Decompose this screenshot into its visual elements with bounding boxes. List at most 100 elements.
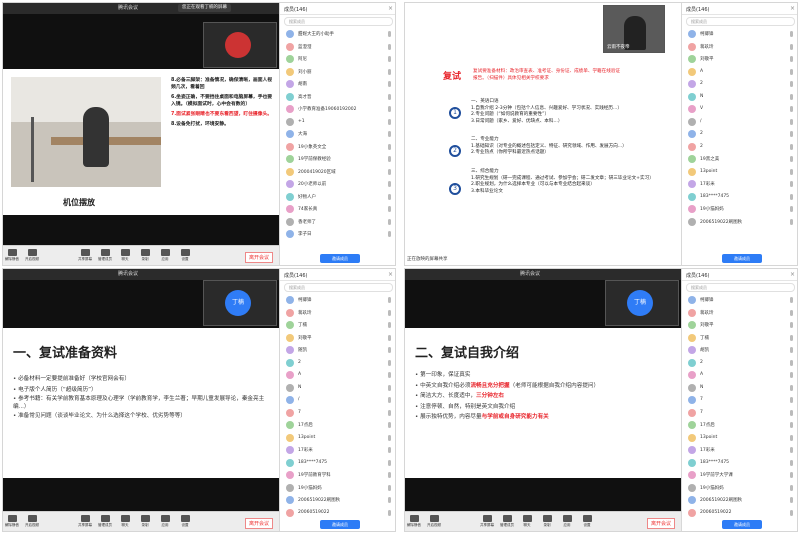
unmute-button[interactable]: 解除静音 (407, 515, 421, 528)
share-tip[interactable]: 您正在观看丁楠的屏幕 (178, 4, 231, 12)
invite-button[interactable]: 邀请成员 (320, 254, 360, 263)
members-button[interactable]: 管理成员 (98, 249, 112, 262)
participant-row[interactable]: 19小猫妈妈 (280, 482, 395, 495)
record-button[interactable]: 录制 (138, 249, 152, 262)
participant-row[interactable]: 好物人户 (280, 191, 395, 204)
participant-row[interactable]: 香老师了 (280, 216, 395, 229)
settings-button[interactable]: 设置 (580, 515, 594, 528)
invite-button[interactable]: 邀请成员 (320, 520, 360, 529)
participant-row[interactable]: 2000419020区域 (280, 166, 395, 179)
participant-row[interactable]: 柯卿锋 (682, 294, 797, 307)
participant-row[interactable]: 17彩米 (682, 444, 797, 457)
participant-row[interactable]: / (280, 394, 395, 407)
participant-row[interactable]: +1 (280, 116, 395, 129)
participant-row[interactable]: 2 (682, 357, 797, 370)
presenter-video[interactable]: 丁楠 (203, 280, 277, 326)
participant-row[interactable]: 19黑之美 (682, 153, 797, 166)
camera-video[interactable]: 云雨不夜帝 (603, 5, 665, 53)
video-button[interactable]: 开启视频 (25, 249, 39, 262)
participant-row[interactable]: 2006519022刷图秋 (682, 216, 797, 229)
participant-row[interactable]: 19学前学大学课 (682, 469, 797, 482)
search-input[interactable]: 搜索成员 (686, 17, 795, 26)
leave-meeting-button[interactable]: 离开会议 (244, 518, 273, 529)
participant-row[interactable]: 李子日 (280, 228, 395, 241)
participant-row[interactable]: 19小猫妈妈 (682, 203, 797, 216)
participant-row[interactable]: 2 (682, 78, 797, 91)
participant-row[interactable]: 2 (682, 128, 797, 141)
record-button[interactable]: 录制 (138, 515, 152, 528)
invite-button[interactable]: 邀请成员 (722, 254, 762, 263)
participant-row[interactable]: 2006519022刷图秋 (280, 494, 395, 507)
close-icon[interactable]: × (388, 271, 393, 278)
participant-row[interactable]: 19小象英文全 (280, 141, 395, 154)
share-button[interactable]: 共享屏幕 (78, 249, 92, 262)
participant-row[interactable]: 17点后 (682, 419, 797, 432)
settings-button[interactable]: 设置 (178, 515, 192, 528)
leave-meeting-button[interactable]: 离开会议 (244, 252, 273, 263)
participant-row[interactable]: / (682, 116, 797, 129)
participant-row[interactable]: 19小猫妈妈 (682, 482, 797, 495)
search-input[interactable]: 搜索成员 (284, 283, 393, 292)
share-button[interactable]: 共享屏幕 (78, 515, 92, 528)
participant-row[interactable]: 蒋玖玲 (280, 307, 395, 320)
participant-row[interactable]: 柯卿锋 (280, 294, 395, 307)
participant-row[interactable]: 183****7475 (682, 457, 797, 470)
participant-row[interactable]: 胡南 (280, 78, 395, 91)
participant-row[interactable]: 蒋玖玲 (682, 307, 797, 320)
record-button[interactable]: 录制 (540, 515, 554, 528)
participant-row[interactable]: 刘小丽 (280, 66, 395, 79)
participant-row[interactable]: 13point (682, 432, 797, 445)
participant-row[interactable]: N (682, 91, 797, 104)
participant-row[interactable]: 183****7475 (682, 191, 797, 204)
participant-row[interactable]: 2006519022刷图秋 (682, 494, 797, 507)
apps-button[interactable]: 应用 (560, 515, 574, 528)
participant-row[interactable]: A (280, 369, 395, 382)
participant-row[interactable]: 13point (682, 166, 797, 179)
participant-row[interactable]: 7 (280, 407, 395, 420)
apps-button[interactable]: 应用 (158, 249, 172, 262)
close-icon[interactable]: × (790, 271, 795, 278)
search-input[interactable]: 搜索成员 (284, 17, 393, 26)
settings-button[interactable]: 设置 (178, 249, 192, 262)
participant-row[interactable]: 20060519022 (280, 507, 395, 520)
members-button[interactable]: 管理成员 (500, 515, 514, 528)
participant-row[interactable]: A (682, 369, 797, 382)
chat-button[interactable]: 聊天 (118, 249, 132, 262)
participant-row[interactable]: 17点后 (280, 419, 395, 432)
participant-row[interactable]: 20060519022 (682, 507, 797, 520)
participant-row[interactable]: 丁楠 (280, 319, 395, 332)
chat-button[interactable]: 聊天 (118, 515, 132, 528)
participant-row[interactable]: 13point (280, 432, 395, 445)
participant-row[interactable]: 17彩米 (682, 178, 797, 191)
participant-row[interactable]: 19学前教育学科 (280, 469, 395, 482)
participant-row[interactable]: 甜妮大王的小助手 (280, 28, 395, 41)
participant-row[interactable]: 刘敬平 (682, 53, 797, 66)
participant-row[interactable]: 19学前保教经验 (280, 153, 395, 166)
video-button[interactable]: 开启视频 (25, 515, 39, 528)
participant-row[interactable]: A (682, 66, 797, 79)
speaker-video[interactable] (203, 22, 277, 68)
participant-row[interactable]: 7 (682, 407, 797, 420)
video-button[interactable]: 开启视频 (427, 515, 441, 528)
participant-row[interactable]: 刘敬平 (280, 332, 395, 345)
leave-meeting-button[interactable]: 离开会议 (646, 518, 675, 529)
search-input[interactable]: 搜索成员 (686, 283, 795, 292)
participant-row[interactable]: 2 (682, 141, 797, 154)
participant-row[interactable]: 刘敬平 (682, 319, 797, 332)
members-button[interactable]: 管理成员 (98, 515, 112, 528)
unmute-button[interactable]: 解除静音 (5, 249, 19, 262)
participant-row[interactable]: 随凯 (280, 344, 395, 357)
presenter-video[interactable]: 丁楠 (605, 280, 679, 326)
participant-row[interactable]: 蓝澄澄 (280, 41, 395, 54)
participant-row[interactable]: 74家长真 (280, 203, 395, 216)
participant-row[interactable]: 丁楠 (682, 332, 797, 345)
participant-row[interactable]: 阿尼 (280, 53, 395, 66)
participant-row[interactable]: 高才晋 (280, 91, 395, 104)
apps-button[interactable]: 应用 (158, 515, 172, 528)
participant-row[interactable]: 蒋玖玲 (682, 41, 797, 54)
close-icon[interactable]: × (790, 5, 795, 12)
participant-row[interactable]: 183****7475 (280, 457, 395, 470)
participant-row[interactable]: 20小老师以前 (280, 178, 395, 191)
participant-row[interactable]: N (682, 382, 797, 395)
invite-button[interactable]: 邀请成员 (722, 520, 762, 529)
